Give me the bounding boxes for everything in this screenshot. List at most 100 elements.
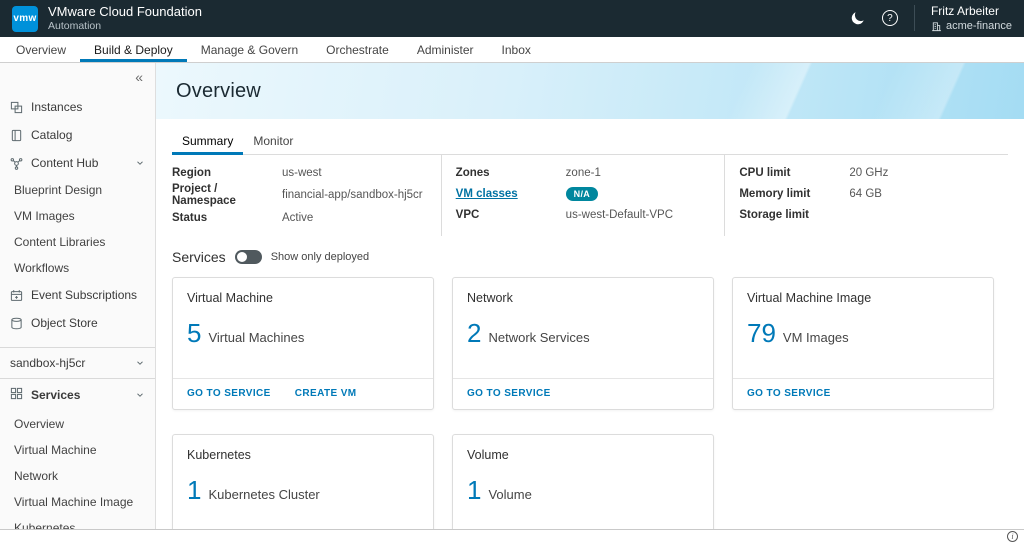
content-hub-icon	[10, 157, 23, 170]
page-title: Overview	[176, 80, 261, 103]
summary-row-vm-classes: VM classes N/A	[456, 183, 713, 204]
services-title: Services	[172, 249, 226, 265]
sidebar-item-workflows[interactable]: Workflows	[0, 255, 155, 281]
field-value: 20 GHz	[849, 167, 888, 179]
field-label: Status	[172, 212, 282, 224]
summary-row-cpu-limit: CPU limit 20 GHz	[739, 162, 996, 183]
card-virtual-machine-image: Virtual Machine Image 79 VM Images GO TO…	[732, 277, 994, 410]
sidebar-item-catalog[interactable]: Catalog	[0, 121, 155, 149]
tab-manage-govern[interactable]: Manage & Govern	[187, 37, 312, 62]
sidebar-item-vm-images[interactable]: VM Images	[0, 203, 155, 229]
user-menu[interactable]: Fritz Arbeiter acme-finance	[931, 4, 1012, 33]
object-store-icon	[10, 317, 23, 330]
sidebar-item-services-overview[interactable]: Overview	[0, 411, 155, 437]
field-label: Region	[172, 167, 282, 179]
sidebar-item-services-network[interactable]: Network	[0, 463, 155, 489]
sidebar-item-label: Catalog	[31, 128, 72, 142]
secondary-tabs: Summary Monitor	[172, 128, 1008, 155]
go-to-service-link[interactable]: GO TO SERVICE	[747, 388, 831, 399]
field-label: VPC	[456, 209, 566, 221]
main-content: Overview Summary Monitor Region us-west …	[156, 63, 1024, 543]
tab-inbox[interactable]: Inbox	[488, 37, 545, 62]
project-selector[interactable]: sandbox-hj5cr	[0, 347, 155, 379]
building-icon	[931, 21, 942, 32]
field-label: CPU limit	[739, 167, 849, 179]
sidebar-item-content-hub[interactable]: Content Hub	[0, 149, 155, 177]
sidebar-item-event-subscriptions[interactable]: Event Subscriptions	[0, 281, 155, 309]
card-count: 5	[187, 318, 201, 349]
user-name: Fritz Arbeiter	[931, 4, 1012, 18]
sidebar-item-blueprint-design[interactable]: Blueprint Design	[0, 177, 155, 203]
tab-summary[interactable]: Summary	[172, 128, 243, 155]
card-volume: Volume 1 Volume	[452, 434, 714, 543]
sidebar-item-object-store[interactable]: Object Store	[0, 309, 155, 337]
field-label: Zones	[456, 167, 566, 179]
primary-nav: Overview Build & Deploy Manage & Govern …	[0, 37, 1024, 63]
dark-mode-moon-icon[interactable]	[850, 10, 866, 26]
summary-row-region: Region us-west	[172, 162, 429, 183]
card-kubernetes: Kubernetes 1 Kubernetes Cluster	[172, 434, 434, 543]
field-value: us-west	[282, 167, 322, 179]
status-bar: i	[0, 529, 1024, 543]
app-title: VMware Cloud Foundation	[48, 5, 202, 20]
card-count: 1	[467, 475, 481, 506]
tab-administer[interactable]: Administer	[403, 37, 488, 62]
card-title: Kubernetes	[173, 435, 433, 462]
show-only-deployed-toggle[interactable]	[235, 250, 262, 264]
create-vm-link[interactable]: CREATE VM	[295, 388, 357, 399]
services-header-row: Services Show only deployed	[172, 249, 1008, 265]
card-count: 1	[187, 475, 201, 506]
sidebar-item-content-libraries[interactable]: Content Libraries	[0, 229, 155, 255]
summary-row-vpc: VPC us-west-Default-VPC	[456, 204, 713, 225]
app-header: vmw VMware Cloud Foundation Automation ?…	[0, 0, 1024, 37]
instances-icon	[10, 101, 23, 114]
info-icon[interactable]: i	[1007, 531, 1018, 542]
user-org: acme-finance	[946, 20, 1012, 33]
tab-overview[interactable]: Overview	[2, 37, 80, 62]
card-count: 2	[467, 318, 481, 349]
sidebar-item-label: Instances	[31, 100, 82, 114]
sidebar-item-label: Object Store	[31, 316, 98, 330]
summary-row-status: Status Active	[172, 207, 429, 228]
summary-column: CPU limit 20 GHz Memory limit 64 GB Stor…	[724, 155, 1008, 236]
help-icon[interactable]: ?	[882, 10, 898, 26]
go-to-service-link[interactable]: GO TO SERVICE	[467, 388, 551, 399]
sidebar-collapse-icon[interactable]: «	[0, 67, 155, 93]
tab-monitor[interactable]: Monitor	[243, 128, 303, 155]
field-value: Active	[282, 212, 313, 224]
sidebar-item-label: Event Subscriptions	[31, 288, 137, 302]
field-value: us-west-Default-VPC	[566, 209, 673, 221]
sidebar-group-services[interactable]: Services	[0, 379, 155, 411]
card-virtual-machine: Virtual Machine 5 Virtual Machines GO TO…	[172, 277, 434, 410]
summary-row-project-namespace: Project / Namespace financial-app/sandbo…	[172, 183, 429, 207]
app-subtitle: Automation	[48, 20, 202, 32]
field-value: 64 GB	[849, 188, 882, 200]
summary-row-zones: Zones zone-1	[456, 162, 713, 183]
card-count-unit: Virtual Machines	[208, 330, 304, 345]
vmware-logo[interactable]: vmw	[12, 6, 38, 32]
brand-titles: VMware Cloud Foundation Automation	[48, 5, 202, 32]
tab-orchestrate[interactable]: Orchestrate	[312, 37, 403, 62]
project-selector-value: sandbox-hj5cr	[10, 356, 85, 370]
toggle-label: Show only deployed	[271, 251, 369, 263]
card-count-unit: Kubernetes Cluster	[208, 487, 319, 502]
card-count-unit: Network Services	[488, 330, 589, 345]
card-title: Network	[453, 278, 713, 305]
sidebar-item-services-virtual-machine[interactable]: Virtual Machine	[0, 437, 155, 463]
sidebar-item-instances[interactable]: Instances	[0, 93, 155, 121]
app-window: vmw VMware Cloud Foundation Automation ?…	[0, 0, 1024, 543]
summary-row-memory-limit: Memory limit 64 GB	[739, 183, 996, 204]
go-to-service-link[interactable]: GO TO SERVICE	[187, 388, 271, 399]
na-badge: N/A	[566, 187, 598, 201]
summary-column: Region us-west Project / Namespace finan…	[172, 155, 441, 236]
card-count: 79	[747, 318, 776, 349]
vm-classes-link[interactable]: VM classes	[456, 188, 566, 200]
sidebar-item-label: Content Hub	[31, 156, 98, 170]
tab-build-deploy[interactable]: Build & Deploy	[80, 37, 187, 62]
summary-row-storage-limit: Storage limit	[739, 204, 996, 225]
summary-column: Zones zone-1 VM classes N/A VPC us-west-…	[441, 155, 725, 236]
sidebar-item-services-vm-image[interactable]: Virtual Machine Image	[0, 489, 155, 515]
chevron-down-icon	[135, 390, 145, 400]
field-label: Memory limit	[739, 188, 849, 200]
card-network: Network 2 Network Services GO TO SERVICE	[452, 277, 714, 410]
